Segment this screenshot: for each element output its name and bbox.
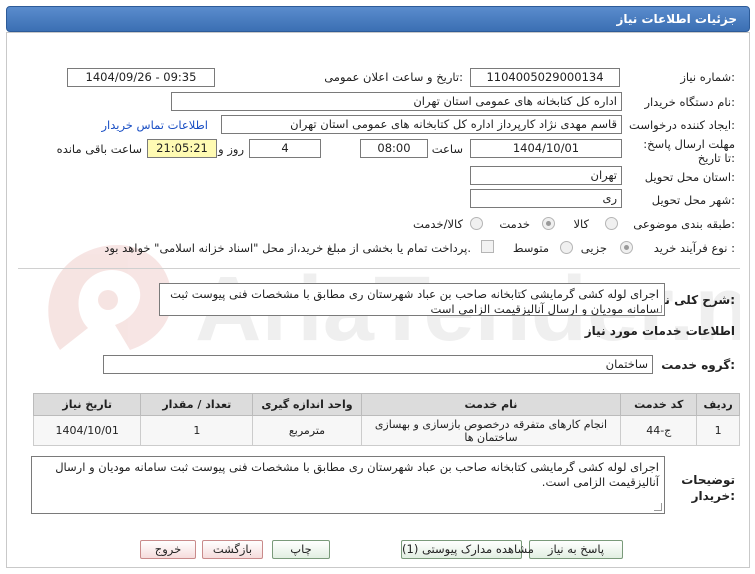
reply-button[interactable]: پاسخ به نیاز	[529, 540, 623, 559]
print-button[interactable]: چاپ	[272, 540, 330, 559]
attachments-button[interactable]: مشاهده مدارک پیوستی (1)	[401, 540, 534, 559]
treasury-note: پرداخت تمام یا بخشی از مبلغ خرید،از محل …	[104, 241, 471, 255]
col-name: نام خدمت	[360, 393, 622, 416]
days-label: روز و	[218, 142, 244, 156]
need-number-label: شماره نیاز:	[680, 70, 735, 84]
description-textarea[interactable]: اجرای لوله کشی گرمایشی کتابخانه صاحب بن …	[159, 283, 665, 316]
process-option-minor: جزیی	[580, 241, 607, 255]
description-text: اجرای لوله کشی گرمایشی کتابخانه صاحب بن …	[170, 287, 659, 316]
deadline-label: مهلت ارسال پاسخ: تا تاریخ:	[643, 137, 735, 165]
cell-qty: 1	[140, 415, 254, 446]
category-radio-service[interactable]	[542, 217, 555, 230]
deadline-time-label: ساعت	[431, 142, 463, 156]
province-field: تهران	[470, 166, 622, 185]
category-radio-goods[interactable]	[605, 217, 618, 230]
treasury-checkbox[interactable]	[481, 240, 494, 253]
contact-buyer-link[interactable]: اطلاعات تماس خریدار	[101, 118, 208, 132]
col-date: تاریخ نیاز	[32, 393, 142, 416]
exit-button[interactable]: خروج	[140, 540, 196, 559]
col-code: کد خدمت	[620, 393, 698, 416]
cell-code: ج-44	[620, 415, 698, 446]
city-label: شهر محل تحویل:	[651, 193, 735, 207]
buyer-org-field: اداره کل کتابخانه های عمومی استان تهران	[171, 92, 622, 111]
announce-label: تاریخ و ساعت اعلان عمومی:	[324, 70, 463, 84]
cell-date: 1404/10/01	[32, 415, 142, 446]
service-group-field: ساختمان	[103, 355, 653, 374]
remaining-label: ساعت باقی مانده	[56, 142, 142, 156]
col-qty: تعداد / مقدار	[140, 393, 254, 416]
service-group-label: گروه خدمت:	[661, 358, 735, 372]
cell-row: 1	[696, 415, 740, 446]
buyer-notes-textarea[interactable]: اجرای لوله کشی گرمایشی کتابخانه صاحب بن …	[31, 456, 665, 514]
category-radio-goods-service[interactable]	[470, 217, 483, 230]
creator-field: قاسم مهدی نژاد کارپرداز اداره کل کتابخان…	[221, 115, 622, 134]
category-option-goods: کالا	[573, 217, 589, 231]
services-table: ردیف کد خدمت نام خدمت واحد اندازه گیری ت…	[32, 393, 740, 446]
province-label: استان محل تحویل:	[644, 170, 735, 184]
process-radio-minor[interactable]	[620, 241, 633, 254]
need-number-field: 1104005029000134	[470, 68, 620, 87]
category-option-goods-service: کالا/خدمت	[412, 217, 463, 231]
resize-grip-icon[interactable]	[654, 305, 662, 313]
buyer-org-label: نام دستگاه خریدار:	[644, 95, 735, 109]
process-label: نوع فرآیند خرید :	[653, 241, 735, 255]
process-option-medium: متوسط	[512, 241, 549, 255]
creator-label: ایجاد کننده درخواست:	[629, 118, 735, 132]
buyer-notes-text: اجرای لوله کشی گرمایشی کتابخانه صاحب بن …	[55, 460, 659, 489]
days-remaining-field: 4	[249, 139, 321, 158]
deadline-time-field: 08:00	[360, 139, 428, 158]
city-field: ری	[470, 189, 622, 208]
resize-grip-icon[interactable]	[654, 503, 662, 511]
cell-unit: مترمربع	[252, 415, 362, 446]
col-row: ردیف	[696, 393, 740, 416]
deadline-date-field: 1404/10/01	[470, 139, 622, 158]
col-unit: واحد اندازه گیری	[252, 393, 362, 416]
cell-name: انجام کارهای متفرقه درخصوص بازسازی و بهس…	[360, 415, 622, 446]
table-header-row: ردیف کد خدمت نام خدمت واحد اندازه گیری ت…	[32, 393, 740, 416]
services-section-title: اطلاعات خدمات مورد نیاز	[584, 324, 735, 338]
category-label: طبقه بندی موضوعی:	[633, 217, 735, 231]
category-option-service: خدمت	[499, 217, 530, 231]
remaining-time-field: 21:05:21	[147, 139, 217, 158]
table-row: 1 ج-44 انجام کارهای متفرقه درخصوص بازساز…	[32, 415, 740, 446]
announce-field: 1404/09/26 - 09:35	[67, 68, 215, 87]
page: جزئیات اطلاعات نیاز AriaTender.net شماره…	[0, 0, 755, 574]
window-title: جزئیات اطلاعات نیاز	[6, 6, 750, 32]
back-button[interactable]: بازگشت	[202, 540, 263, 559]
buyer-notes-label: توضیحات خریدار:	[681, 473, 735, 503]
divider	[18, 268, 740, 269]
process-radio-medium[interactable]	[560, 241, 573, 254]
